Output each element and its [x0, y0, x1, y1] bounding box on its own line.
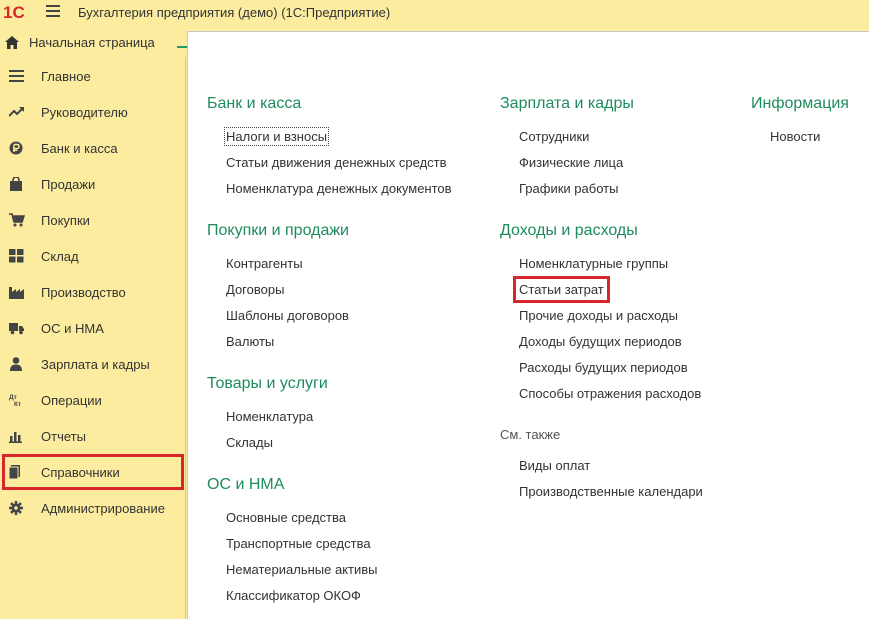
link-okof-classifier[interactable]: Классификатор ОКОФ	[226, 588, 361, 603]
link-expense-reflection[interactable]: Способы отражения расходов	[519, 386, 701, 401]
group-title-assets: ОС и НМА	[207, 476, 285, 493]
link-future-expenses[interactable]: Расходы будущих периодов	[519, 360, 688, 375]
gear-icon	[9, 501, 23, 515]
tab-indicator	[177, 46, 187, 48]
link-cost-items[interactable]: Статьи затрат	[513, 276, 610, 303]
sidebar-item-label: Банк и касса	[41, 141, 118, 156]
link-cash-documents[interactable]: Номенклатура денежных документов	[226, 181, 452, 196]
link-nomenclature[interactable]: Номенклатура	[226, 409, 313, 424]
home-page-label: Начальная страница	[29, 35, 155, 50]
sidebar-item-label: Справочники	[41, 465, 120, 480]
link-taxes[interactable]: Налоги и взносы	[223, 127, 330, 146]
sidebar-item-assets[interactable]: ОС и НМА	[0, 310, 186, 346]
link-payment-types[interactable]: Виды оплат	[519, 458, 590, 473]
link-fixed-assets[interactable]: Основные средства	[226, 510, 346, 525]
link-vehicles[interactable]: Транспортные средства	[226, 536, 371, 551]
link-individuals[interactable]: Физические лица	[519, 155, 623, 170]
sidebar-item-operations[interactable]: Дт Кт Операции	[0, 382, 186, 418]
sidebar-item-reports[interactable]: Отчеты	[0, 418, 186, 454]
sidebar-item-production[interactable]: Производство	[0, 274, 186, 310]
dt-kt-icon: Дт Кт	[9, 394, 21, 407]
link-intangible-assets[interactable]: Нематериальные активы	[226, 562, 378, 577]
group-title-bank: Банк и касса	[207, 95, 302, 112]
sidebar-item-label: Операции	[41, 393, 102, 408]
link-counterparties[interactable]: Контрагенты	[226, 256, 303, 271]
svg-text:Дт: Дт	[9, 394, 17, 401]
link-work-schedules[interactable]: Графики работы	[519, 181, 618, 196]
sidebar-item-label: Покупки	[41, 213, 90, 228]
group-title-information: Информация	[751, 95, 849, 112]
group-title-salary: Зарплата и кадры	[500, 95, 634, 112]
svg-text:Кт: Кт	[14, 401, 21, 407]
link-news[interactable]: Новости	[770, 129, 820, 144]
sidebar-item-label: Главное	[41, 69, 91, 84]
link-contract-templates[interactable]: Шаблоны договоров	[226, 308, 349, 323]
sidebar-item-main[interactable]: Главное	[0, 58, 186, 94]
sidebar-item-label: Администрирование	[41, 501, 165, 516]
title-bar: 1С Бухгалтерия предприятия (демо) (1С:Пр…	[0, 0, 869, 26]
link-contracts[interactable]: Договоры	[226, 282, 284, 297]
main-panel: Банк и касса Налоги и взносы Статьи движ…	[187, 31, 869, 619]
menu-lines-icon	[9, 70, 24, 82]
sidebar-item-sales[interactable]: Продажи	[0, 166, 186, 202]
link-currencies[interactable]: Валюты	[226, 334, 274, 349]
sidebar-item-administration[interactable]: Администрирование	[0, 490, 186, 526]
books-icon	[9, 465, 20, 479]
sidebar-item-label: ОС и НМА	[41, 321, 104, 336]
sidebar-item-director[interactable]: Руководителю	[0, 94, 186, 130]
bar-chart-icon	[9, 432, 22, 443]
ruble-coin-icon	[9, 141, 23, 155]
sidebar-item-label: Продажи	[41, 177, 96, 192]
sidebar-item-label: Зарплата и кадры	[41, 357, 150, 372]
warehouse-icon	[9, 249, 24, 263]
group-title-goods: Товары и услуги	[207, 375, 328, 392]
link-cash-flow-items[interactable]: Статьи движения денежных средств	[226, 155, 447, 170]
home-page-tab[interactable]: Начальная страница	[0, 28, 185, 57]
sidebar-item-label: Руководителю	[41, 105, 128, 120]
app-title: Бухгалтерия предприятия (демо) (1С:Предп…	[78, 5, 391, 20]
1c-logo-icon: 1С	[3, 3, 25, 21]
sidebar-item-label: Производство	[41, 285, 126, 300]
link-future-income[interactable]: Доходы будущих периодов	[519, 334, 682, 349]
sidebar-item-purchases[interactable]: Покупки	[0, 202, 186, 238]
factory-icon	[9, 287, 24, 299]
link-warehouses[interactable]: Склады	[226, 435, 273, 450]
link-nomenclature-groups[interactable]: Номенклатурные группы	[519, 256, 668, 271]
sidebar-item-label: Отчеты	[41, 429, 86, 444]
sidebar-item-warehouse[interactable]: Склад	[0, 238, 186, 274]
sidebar: Главное Руководителю Банк и касса Продаж…	[0, 57, 186, 619]
link-production-calendars[interactable]: Производственные календари	[519, 484, 703, 499]
sidebar-item-label: Склад	[41, 249, 79, 264]
group-title-income-expenses: Доходы и расходы	[500, 222, 638, 239]
cart-icon	[9, 213, 25, 227]
main-menu-icon[interactable]	[46, 5, 60, 19]
sidebar-item-bank[interactable]: Банк и касса	[0, 130, 186, 166]
sidebar-item-references[interactable]: Справочники	[2, 454, 184, 490]
see-also-title: См. также	[500, 427, 561, 442]
truck-icon	[9, 323, 24, 335]
home-icon	[5, 36, 19, 49]
shopping-bag-icon	[10, 177, 22, 191]
trend-icon	[9, 107, 24, 117]
sidebar-item-salary[interactable]: Зарплата и кадры	[0, 346, 186, 382]
svg-text:1С: 1С	[3, 3, 25, 21]
group-title-buy-sell: Покупки и продажи	[207, 222, 349, 239]
link-other-income-expenses[interactable]: Прочие доходы и расходы	[519, 308, 678, 323]
person-icon	[10, 357, 22, 371]
link-employees[interactable]: Сотрудники	[519, 129, 589, 144]
